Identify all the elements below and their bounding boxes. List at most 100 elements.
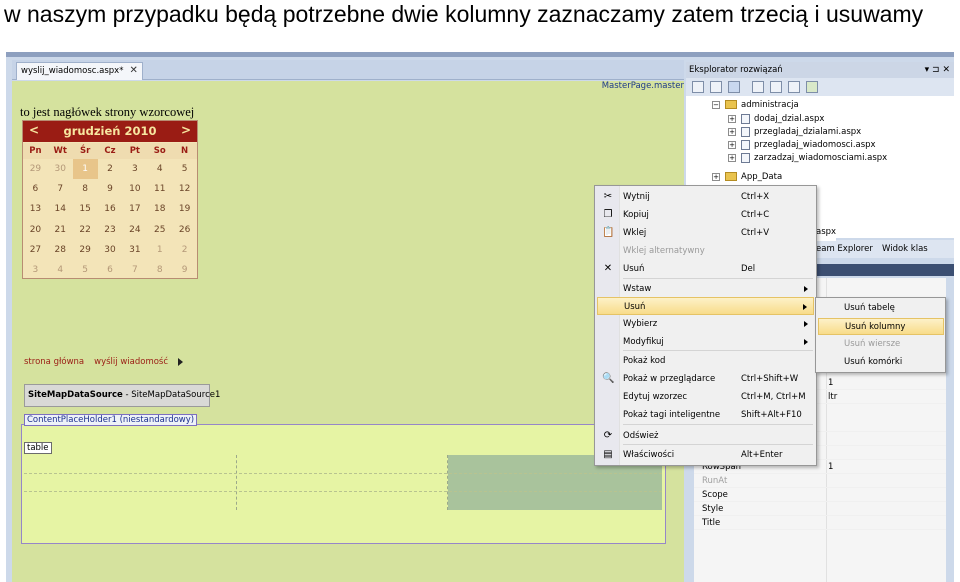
- calendar-day[interactable]: 18: [147, 199, 172, 219]
- calendar-day[interactable]: 7: [122, 260, 147, 280]
- calendar-day[interactable]: 27: [23, 240, 48, 260]
- calendar-day[interactable]: 7: [48, 179, 73, 199]
- calendar-day[interactable]: 4: [48, 260, 73, 280]
- calendar-day[interactable]: 9: [172, 260, 197, 280]
- property-value[interactable]: 1: [828, 460, 833, 474]
- calendar-day[interactable]: 14: [48, 199, 73, 219]
- context-menu-item[interactable]: Wybierz: [597, 315, 814, 333]
- expand-icon[interactable]: +: [728, 114, 736, 123]
- context-menu-item[interactable]: 📋 Wklej Ctrl+V: [597, 224, 814, 242]
- submenu-item[interactable]: Usuń tabelę: [818, 300, 944, 317]
- master-page-label[interactable]: MasterPage.master: [602, 81, 684, 91]
- context-menu-item[interactable]: ⟳ Odśwież: [597, 427, 814, 445]
- expand-icon[interactable]: +: [712, 172, 720, 181]
- tab-class-view[interactable]: Widok klas: [882, 240, 928, 258]
- table-column-2[interactable]: [237, 455, 448, 510]
- calendar-day[interactable]: 20: [23, 220, 48, 240]
- property-row[interactable]: Style: [694, 502, 946, 516]
- tree-item[interactable]: + przegladaj_dzialami.aspx: [728, 126, 861, 139]
- calendar-control[interactable]: < grudzień 2010 > Pn Wt Śr Cz Pt So N 29 30 1 2 3 4 5…: [22, 120, 198, 279]
- collapse-icon[interactable]: −: [712, 100, 720, 109]
- tree-item[interactable]: + przegladaj_wiadomosci.aspx: [728, 139, 876, 152]
- calendar-day[interactable]: 4: [147, 159, 172, 179]
- calendar-day[interactable]: 30: [98, 240, 123, 260]
- calendar-day[interactable]: 6: [23, 179, 48, 199]
- calendar-day[interactable]: 21: [48, 220, 73, 240]
- calendar-day[interactable]: 17: [122, 199, 147, 219]
- context-menu-item[interactable]: ✕ Usuń Del: [597, 260, 814, 278]
- design-surface[interactable]: MasterPage.master to jest nagłówek stron…: [12, 81, 684, 582]
- refresh-icon[interactable]: [710, 81, 722, 93]
- table-column-1[interactable]: [24, 455, 237, 510]
- sitemap-datasource-control[interactable]: SiteMapDataSource - SiteMapDataSource1: [24, 384, 220, 407]
- context-menu-item[interactable]: Pokaż kod: [597, 352, 814, 370]
- context-menu-item[interactable]: Modyfikuj: [597, 333, 814, 351]
- calendar-day[interactable]: 2: [172, 240, 197, 260]
- smart-tag-arrow-icon[interactable]: [178, 357, 184, 366]
- calendar-day[interactable]: 24: [122, 220, 147, 240]
- calendar-day[interactable]: 25: [147, 220, 172, 240]
- calendar-day[interactable]: 28: [48, 240, 73, 260]
- calendar-day[interactable]: 16: [98, 199, 123, 219]
- breadcrumb-home-link[interactable]: strona główna: [24, 357, 84, 367]
- submenu-item[interactable]: Usuń komórki: [818, 354, 944, 371]
- calendar-day[interactable]: 3: [23, 260, 48, 280]
- context-menu-item[interactable]: Wstaw: [597, 280, 814, 298]
- calendar-day[interactable]: 29: [73, 240, 98, 260]
- content-placeholder[interactable]: table: [21, 424, 666, 544]
- properties-icon[interactable]: [692, 81, 704, 93]
- calendar-day[interactable]: 1: [72, 159, 98, 180]
- calendar-next-link[interactable]: >: [181, 123, 191, 137]
- calendar-day[interactable]: 19: [172, 199, 197, 219]
- calendar-day[interactable]: 26: [172, 220, 197, 240]
- expand-icon[interactable]: +: [728, 140, 736, 149]
- calendar-day[interactable]: 5: [172, 159, 197, 179]
- expand-icon[interactable]: +: [728, 127, 736, 136]
- tree-item[interactable]: + dodaj_dzial.aspx: [728, 113, 824, 126]
- context-menu-item[interactable]: Usuń: [597, 297, 814, 315]
- tab-team-explorer[interactable]: eam Explorer: [816, 240, 873, 258]
- property-value[interactable]: 1: [828, 376, 833, 390]
- calendar-day[interactable]: 8: [147, 260, 172, 280]
- table-tag[interactable]: table: [24, 442, 52, 454]
- calendar-day[interactable]: 23: [98, 220, 123, 240]
- tree-item[interactable]: − administracja: [712, 99, 799, 112]
- context-menu-item[interactable]: ▤ Właściwości Alt+Enter: [597, 446, 814, 464]
- view-code-icon[interactable]: [752, 81, 764, 93]
- context-menu-item[interactable]: Pokaż tagi inteligentne Shift+Alt+F10: [597, 406, 814, 424]
- calendar-day[interactable]: 30: [48, 159, 73, 179]
- context-menu-item[interactable]: Edytuj wzorzec Ctrl+M, Ctrl+M: [597, 388, 814, 406]
- calendar-day[interactable]: 22: [73, 220, 98, 240]
- show-all-files-icon[interactable]: [728, 81, 740, 93]
- tree-item[interactable]: + zarzadzaj_wiadomosciami.aspx: [728, 152, 887, 165]
- calendar-day[interactable]: 9: [98, 179, 123, 199]
- calendar-day[interactable]: 10: [122, 179, 147, 199]
- expand-icon[interactable]: +: [728, 153, 736, 162]
- calendar-day[interactable]: 8: [73, 179, 98, 199]
- context-menu-item[interactable]: ✂ Wytnij Ctrl+X: [597, 188, 814, 206]
- property-row[interactable]: Scope: [694, 488, 946, 502]
- submenu-item[interactable]: Usuń kolumny: [818, 318, 944, 335]
- property-row[interactable]: RunAt: [694, 474, 946, 488]
- context-menu-item[interactable]: 🔍 Pokaż w przeglądarce Ctrl+Shift+W: [597, 370, 814, 388]
- calendar-day[interactable]: 29: [23, 159, 48, 179]
- calendar-day[interactable]: 5: [73, 260, 98, 280]
- web-config-icon[interactable]: [806, 81, 818, 93]
- content-placeholder-label[interactable]: ContentPlaceHolder1 (niestandardowy): [24, 414, 198, 426]
- calendar-day[interactable]: 13: [23, 199, 48, 219]
- calendar-day[interactable]: 1: [147, 240, 172, 260]
- calendar-day[interactable]: 15: [73, 199, 98, 219]
- tree-item[interactable]: + App_Data: [712, 171, 782, 184]
- context-menu-item[interactable]: ❐ Kopiuj Ctrl+C: [597, 206, 814, 224]
- pin-icon[interactable]: ▾ ⊐ ✕: [925, 62, 950, 78]
- calendar-day[interactable]: 12: [172, 179, 197, 199]
- calendar-day[interactable]: 6: [98, 260, 123, 280]
- designer-table[interactable]: [24, 455, 662, 510]
- close-icon[interactable]: ✕: [129, 63, 137, 79]
- property-value[interactable]: ltr: [828, 390, 837, 404]
- property-row[interactable]: Title: [694, 516, 946, 530]
- calendar-day[interactable]: 3: [122, 159, 147, 179]
- document-tab[interactable]: wyslij_wiadomosc.aspx* ✕: [16, 62, 143, 80]
- calendar-day[interactable]: 31: [122, 240, 147, 260]
- view-designer-icon[interactable]: [770, 81, 782, 93]
